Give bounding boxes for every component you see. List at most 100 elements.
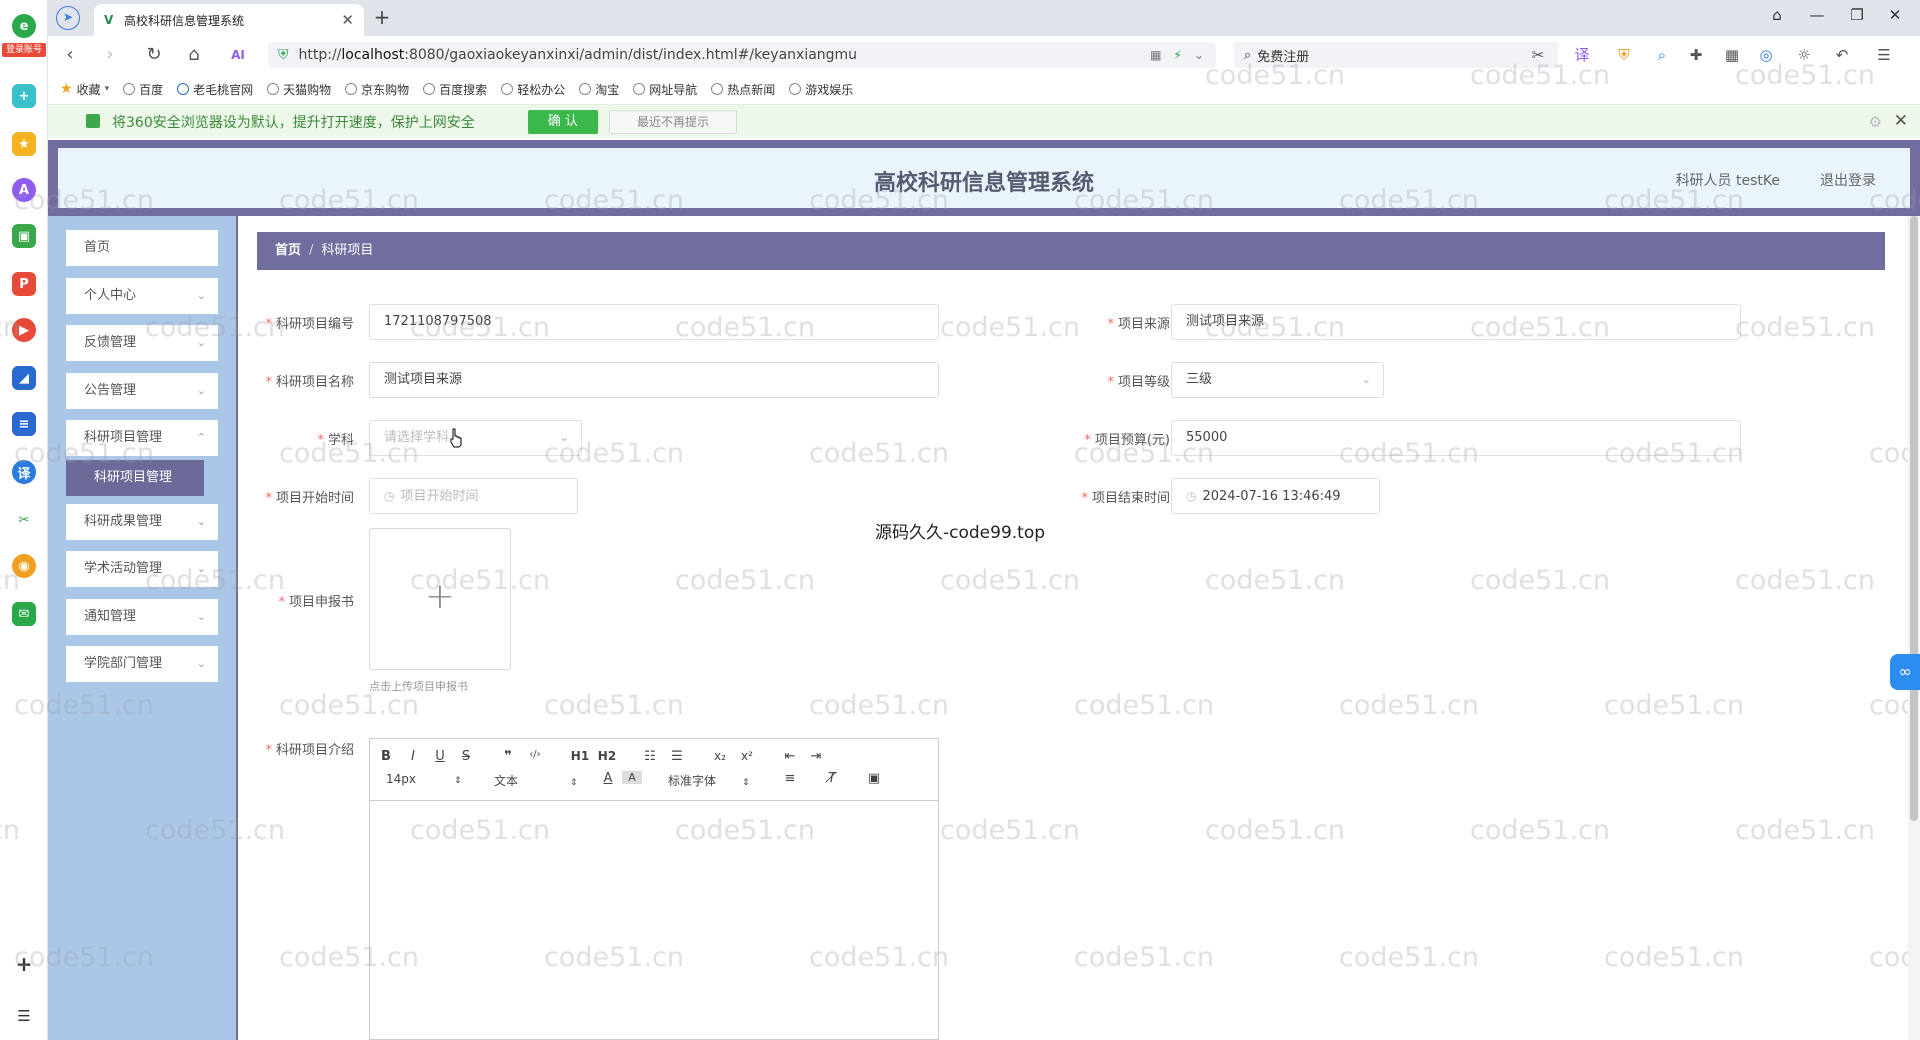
shirt-skin-icon[interactable]: ⌂ — [1764, 6, 1790, 24]
search-input[interactable]: ⌕ 免费注册 — [1234, 42, 1558, 68]
browser-menu-icon[interactable]: ☰ — [1874, 45, 1894, 65]
source-field[interactable]: 测试项目来源 — [1171, 304, 1741, 340]
image-insert-icon[interactable]: ▣ — [864, 771, 884, 786]
bookmark-office[interactable]: 轻松办公 — [501, 81, 565, 98]
pdf-ai-icon[interactable]: P — [12, 272, 36, 296]
breadcrumb-home[interactable]: 首页 — [275, 243, 301, 258]
outdent-icon[interactable]: ⇤ — [780, 749, 800, 764]
scissors-icon[interactable]: ✂ — [12, 508, 36, 532]
tab-close-icon[interactable]: ✕ — [341, 11, 354, 29]
menu-item-departments[interactable]: 学院部门管理 ⌄ — [66, 646, 218, 682]
font-size-select[interactable]: 14px ⇕ — [386, 772, 462, 786]
menu-item-achievements[interactable]: 科研成果管理 ⌄ — [66, 504, 218, 540]
minimize-button[interactable]: — — [1804, 6, 1830, 24]
add-panel-icon[interactable]: + — [12, 952, 36, 976]
shield-tool-icon[interactable]: ⛨ — [1614, 45, 1634, 65]
gear-icon[interactable]: ⚙ — [1869, 113, 1882, 131]
menu-item-announcements[interactable]: 公告管理 ⌄ — [66, 373, 218, 409]
ai-toolbar-icon[interactable]: AI — [226, 44, 250, 66]
menu-item-academic-activities[interactable]: 学术活动管理 ⌄ — [66, 551, 218, 587]
login-badge[interactable]: 登录账号 — [2, 43, 46, 57]
weibo-icon[interactable]: ◉ — [12, 554, 36, 578]
sync-icon[interactable]: ◎ — [1756, 45, 1776, 65]
qr-code-icon[interactable]: ▦ — [1150, 48, 1161, 62]
grid-apps-icon[interactable]: ▦ — [1722, 45, 1742, 65]
list-menu-icon[interactable]: ☰ — [12, 1004, 36, 1028]
floating-helper-button[interactable]: ∞ — [1890, 654, 1920, 690]
bold-icon[interactable]: B — [376, 749, 396, 764]
submenu-item-projects[interactable]: 科研项目管理 — [66, 460, 204, 496]
browser-tab[interactable]: V 高校科研信息管理系统 ✕ — [94, 4, 364, 36]
scrollbar-thumb[interactable] — [1910, 216, 1918, 821]
favorite-star-icon[interactable]: ★ — [12, 132, 36, 156]
clear-format-icon[interactable]: T̸ — [822, 771, 842, 786]
bullet-list-icon[interactable]: ☰ — [667, 749, 687, 764]
superscript-icon[interactable]: x² — [737, 749, 757, 763]
bookmark-laomaotao[interactable]: 老毛桃官网 — [177, 81, 253, 98]
ordered-list-icon[interactable]: ☷ — [640, 749, 660, 764]
undo-icon[interactable]: ↶ — [1832, 45, 1852, 65]
bookmark-taobao[interactable]: 淘宝 — [579, 81, 619, 98]
bookmark-news[interactable]: 热点新闻 — [711, 81, 775, 98]
tab-navigation-icon[interactable]: ➤ — [56, 6, 80, 30]
window-close-button[interactable]: ✕ — [1882, 6, 1908, 24]
close-icon[interactable]: ✕ — [1894, 111, 1908, 131]
home-button[interactable]: ⌂ — [182, 44, 206, 66]
bookmark-favorites[interactable]: ★ 收藏 ▾ — [60, 81, 109, 98]
subscript-icon[interactable]: x₂ — [710, 749, 730, 763]
italic-icon[interactable]: I — [403, 749, 423, 764]
bookmark-baidu[interactable]: 百度 — [123, 81, 163, 98]
forward-button[interactable]: › — [98, 44, 122, 66]
budget-field[interactable]: 55000 — [1171, 420, 1741, 456]
screenshot-scissors-icon[interactable]: ✂ — [1528, 45, 1548, 65]
url-bar[interactable]: ⛨ http://localhost:8080/gaoxiaokeyanxinx… — [268, 42, 1216, 68]
strikethrough-icon[interactable]: S — [456, 749, 476, 764]
menu-item-notifications[interactable]: 通知管理 ⌄ — [66, 599, 218, 635]
back-button[interactable]: ‹ — [58, 44, 82, 66]
heading2-icon[interactable]: H2 — [597, 749, 617, 763]
header-select[interactable]: 文本 ⇕ — [494, 772, 578, 789]
bookmark-navigation[interactable]: 网址导航 — [633, 81, 697, 98]
find-tool-icon[interactable]: ⌕ — [1652, 45, 1672, 65]
reload-button[interactable]: ↻ — [142, 44, 166, 66]
background-color-icon[interactable]: A — [622, 771, 642, 784]
blockquote-icon[interactable]: ❞ — [498, 749, 518, 764]
subject-select[interactable]: 请选择学科 ⌄ — [369, 420, 582, 456]
ai-assistant-icon[interactable]: A — [12, 178, 36, 202]
end-time-picker[interactable]: ◷ 2024-07-16 13:46:49 — [1171, 478, 1380, 514]
brightness-icon[interactable]: ☼ — [1794, 45, 1814, 65]
project-no-field[interactable]: 1721108797508 — [369, 304, 939, 340]
heading1-icon[interactable]: H1 — [570, 749, 590, 763]
menu-item-projects[interactable]: 科研项目管理 ⌃ — [66, 420, 218, 456]
indent-icon[interactable]: ⇥ — [806, 749, 826, 764]
text-color-icon[interactable]: A — [598, 771, 618, 786]
extension-icon[interactable]: ✚ — [1686, 45, 1706, 65]
url-dropdown-icon[interactable]: ⌄ — [1194, 48, 1204, 62]
translate-tool-icon[interactable]: 译 — [1572, 45, 1592, 65]
menu-item-feedback[interactable]: 反馈管理 ⌄ — [66, 325, 218, 361]
code-block-icon[interactable]: ‹/› — [525, 749, 545, 760]
add-tool-icon[interactable]: + — [12, 84, 36, 108]
logout-link[interactable]: 退出登录 — [1820, 170, 1876, 190]
image-ai-icon[interactable]: ▣ — [12, 224, 36, 248]
underline-icon[interactable]: U — [430, 749, 450, 764]
translate-icon[interactable]: 译 — [12, 460, 36, 484]
mail-icon[interactable]: ✉ — [12, 602, 36, 626]
document-ai-icon[interactable]: ≡ — [12, 412, 36, 436]
bookmark-games[interactable]: 游戏娱乐 — [789, 81, 853, 98]
browser-logo-icon[interactable]: e — [12, 14, 36, 38]
video-ai-icon[interactable]: ▶ — [12, 318, 36, 342]
new-tab-button[interactable]: + — [370, 6, 394, 30]
notice-confirm-button[interactable]: 确 认 — [528, 110, 598, 134]
start-time-picker[interactable]: ◷ 项目开始时间 — [369, 478, 578, 514]
notice-dismiss-button[interactable]: 最近不再提示 — [609, 110, 737, 134]
level-select[interactable]: 三级 ⌄ — [1171, 362, 1384, 398]
project-name-field[interactable]: 测试项目来源 — [369, 362, 939, 398]
chart-ai-icon[interactable]: ◢ — [12, 366, 36, 390]
restore-button[interactable]: ❐ — [1844, 6, 1870, 24]
bookmark-baidu-search[interactable]: 百度搜索 — [423, 81, 487, 98]
proposal-upload[interactable]: + — [369, 528, 511, 670]
menu-item-personal-center[interactable]: 个人中心 ⌄ — [66, 278, 218, 314]
align-icon[interactable]: ≡ — [780, 771, 800, 786]
font-family-select[interactable]: 标准字体 ⇕ — [668, 772, 750, 789]
